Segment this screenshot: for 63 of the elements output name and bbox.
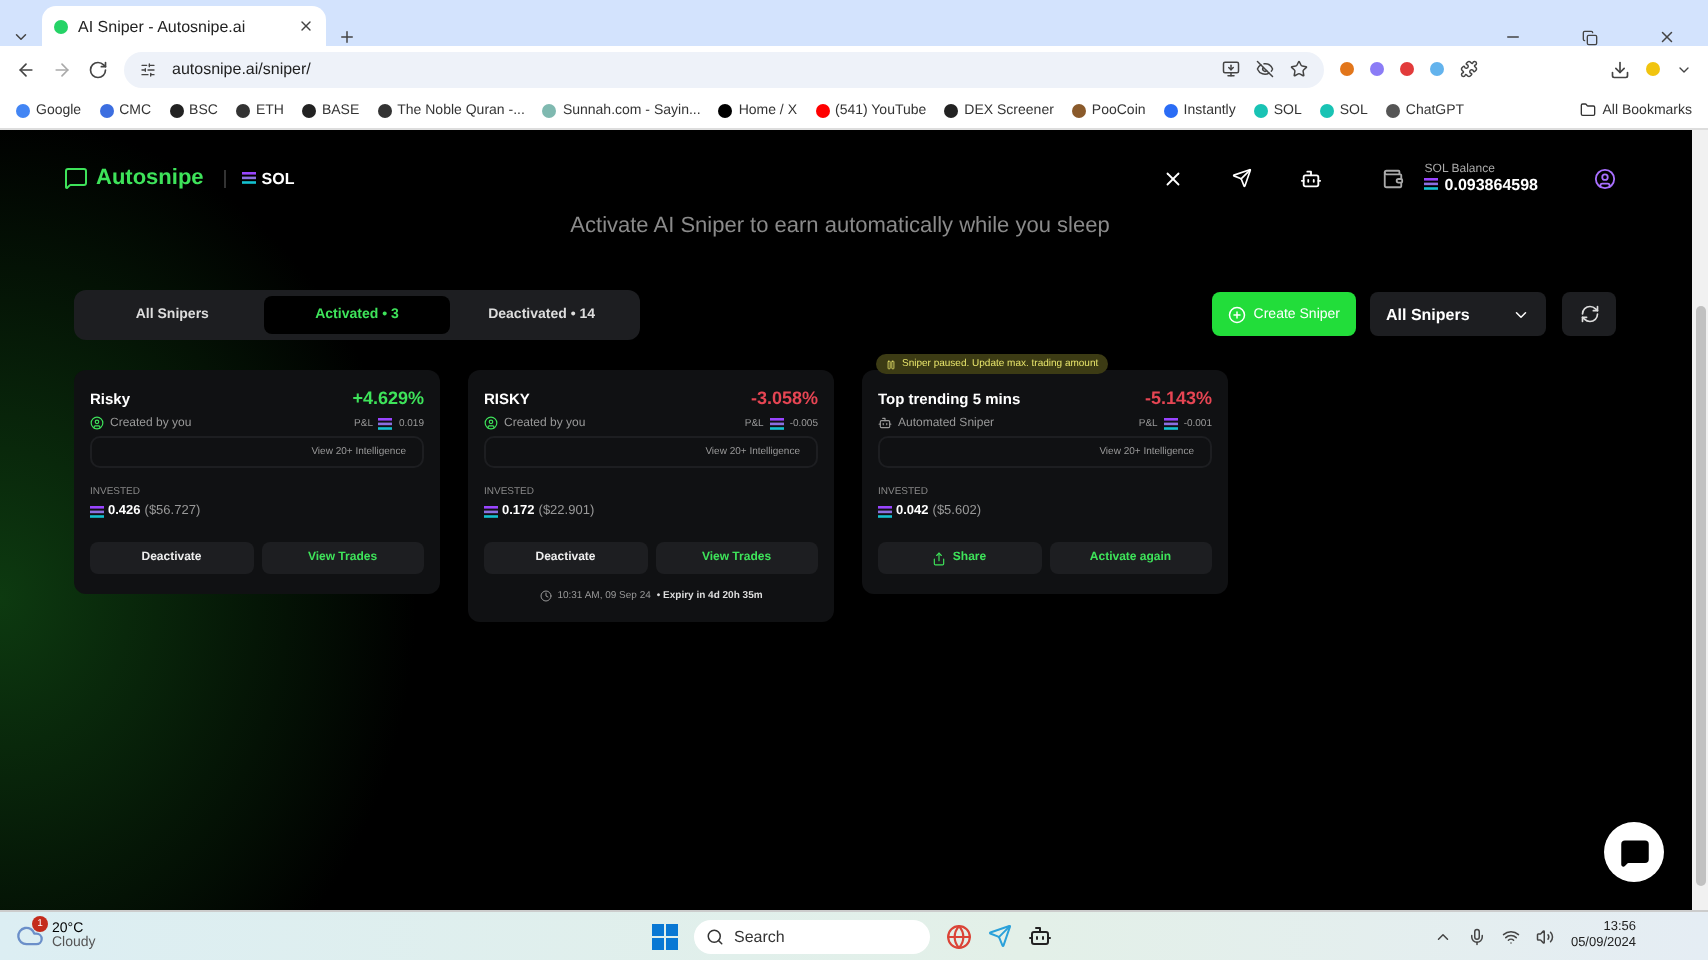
restore-icon xyxy=(1582,30,1598,46)
solana-icon xyxy=(484,505,498,517)
change-percent: +4.629% xyxy=(352,388,424,408)
reload-icon xyxy=(88,59,108,79)
tab-title: AI Sniper - Autosnipe.ai xyxy=(78,17,248,35)
extension-icon[interactable] xyxy=(1370,62,1384,76)
solana-icon xyxy=(90,505,104,517)
search-icon xyxy=(706,927,724,945)
windows-icon[interactable] xyxy=(652,923,678,949)
browser-tab[interactable]: AI Sniper - Autosnipe.ai xyxy=(42,6,326,46)
refresh-button[interactable] xyxy=(1562,292,1616,336)
site-settings-icon xyxy=(140,61,156,77)
extension-icon[interactable] xyxy=(1400,62,1414,76)
refresh-icon xyxy=(1579,304,1599,324)
user-icon xyxy=(484,416,498,430)
chat-icon xyxy=(1619,837,1649,867)
robot-icon xyxy=(878,416,892,430)
x-icon xyxy=(1162,167,1185,189)
install-icon xyxy=(1222,60,1240,78)
close-icon xyxy=(1658,28,1676,46)
eye-off-icon xyxy=(1256,60,1274,78)
solana-icon xyxy=(769,417,784,429)
change-percent: -3.058% xyxy=(750,388,818,408)
wallet-icon xyxy=(1382,167,1405,189)
avatar-icon xyxy=(1594,167,1616,189)
clock-icon xyxy=(539,590,552,602)
solana-icon xyxy=(378,417,393,429)
forward-icon xyxy=(52,59,72,79)
chat-button[interactable] xyxy=(1604,822,1664,882)
pause-icon xyxy=(886,359,896,369)
extension-icon[interactable] xyxy=(1340,62,1354,76)
subtitle: Activate AI Sniper to earn automatically while you sleep xyxy=(568,214,1112,238)
back-icon xyxy=(16,59,36,79)
address-bar[interactable]: autosnipe.ai/sniper/ xyxy=(124,51,1324,87)
send-icon xyxy=(1232,168,1253,188)
weather-icon xyxy=(16,922,44,950)
app-logo[interactable]: Autosnipe xyxy=(64,166,204,190)
taskbar-search[interactable]: Search xyxy=(694,919,930,953)
share-icon xyxy=(932,551,947,565)
app-icon xyxy=(1028,924,1052,948)
solana-icon xyxy=(878,505,892,517)
site-icon[interactable] xyxy=(54,19,68,33)
balance-value: 0.093864598 xyxy=(1424,175,1538,193)
new-tab-icon xyxy=(338,28,356,46)
star-icon xyxy=(1290,60,1308,78)
tab-list-icon xyxy=(12,28,30,46)
chain-selector[interactable]: SOL xyxy=(223,169,295,187)
download-icon xyxy=(1610,59,1630,79)
change-percent: -5.143% xyxy=(1144,388,1212,408)
folder-icon xyxy=(1580,102,1597,118)
wifi-icon xyxy=(1502,927,1521,945)
volume-icon xyxy=(1536,927,1555,945)
user-icon xyxy=(90,416,104,430)
solana-icon xyxy=(1163,417,1178,429)
sniper-dropdown[interactable]: All Snipers xyxy=(1370,292,1546,336)
plus-icon xyxy=(1227,305,1246,323)
extension-icon[interactable] xyxy=(1430,62,1444,76)
close-icon xyxy=(298,18,314,34)
extensions-icon xyxy=(1460,60,1478,78)
mic-icon xyxy=(1468,927,1487,945)
solana-icon xyxy=(241,172,256,184)
solana-icon xyxy=(1424,178,1439,190)
logo-icon xyxy=(64,166,88,190)
